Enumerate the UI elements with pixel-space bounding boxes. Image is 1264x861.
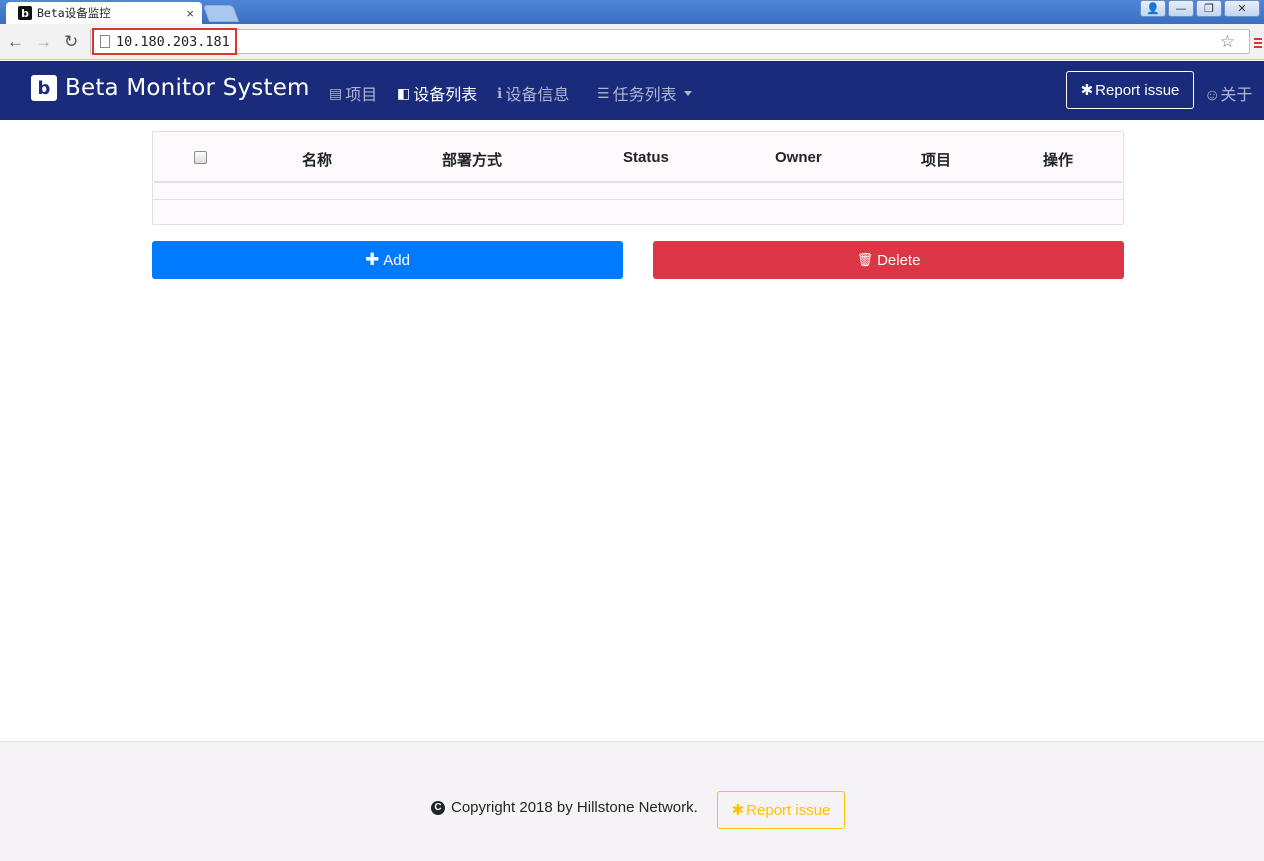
plus-icon: ✚ [365,250,380,269]
column-header-project[interactable]: 项目 [921,149,951,170]
copyright: C Copyright 2018 by Hillstone Network. [431,799,698,816]
footer: C Copyright 2018 by Hillstone Network. ✱… [0,741,1264,861]
tab-title: Beta设备监控 [37,6,111,20]
url-highlight[interactable]: 10.180.203.181 [92,28,237,55]
nav-item-device-list[interactable]: ◧ 设备列表 [397,81,477,105]
favicon-icon: b [18,6,32,20]
footer-report-issue-button[interactable]: ✱ Report issue [717,791,845,829]
app-navbar: b Beta Monitor System ▤ 项目 ◧ 设备列表 ℹ 设备信息… [0,61,1264,120]
nav-item-label: 项目 [345,87,378,104]
close-window-icon[interactable]: ✕ [1224,0,1260,17]
browser-menu-icon[interactable] [1254,38,1262,50]
column-header-status[interactable]: Status [623,149,669,166]
info-circle-icon: ℹ [497,84,503,101]
copyright-text: Copyright 2018 by Hillstone Network. [451,799,698,816]
tab-close-icon[interactable]: × [186,6,194,21]
reload-icon[interactable]: ↻ [64,32,78,52]
column-header-deploy[interactable]: 部署方式 [442,149,502,170]
tasks-icon: ☰ [597,84,610,101]
page-icon [100,35,110,48]
nav-item-device-info[interactable]: ℹ 设备信息 [497,81,569,105]
new-tab-button[interactable] [202,5,240,22]
report-issue-label: Report issue [746,801,831,819]
switch-icon: ◧ [397,84,411,101]
brand-logo-icon: b [31,75,57,101]
brand-name: Beta Monitor System [65,75,310,101]
forward-icon[interactable]: → [35,32,52,52]
device-table: 名称 部署方式 Status Owner 项目 操作 [152,131,1124,225]
nav-item-label: 设备列表 [413,87,478,104]
address-bar[interactable]: 10.180.203.181 ☆ [90,28,1250,55]
brand[interactable]: b Beta Monitor System [31,75,310,101]
copyright-icon: C [431,800,445,815]
table-header: 名称 部署方式 Status Owner 项目 操作 [154,133,1122,183]
column-header-actions[interactable]: 操作 [1043,149,1073,170]
table-row-divider [153,199,1123,200]
user-icon[interactable]: 👤 [1140,0,1166,17]
back-icon[interactable]: ← [7,32,24,52]
nav-item-project[interactable]: ▤ 项目 [329,81,377,105]
minimize-icon[interactable]: — [1168,0,1194,17]
nav-item-about[interactable]: ☺关于 [1204,81,1252,105]
nav-item-label: 设备信息 [505,87,570,104]
add-label: Add [383,251,410,269]
browser-toolbar: ← → ↻ 10.180.203.181 ☆ [0,24,1264,60]
report-issue-button[interactable]: ✱ Report issue [1066,71,1194,109]
select-all-checkbox[interactable] [194,151,207,164]
browser-tab-bar: b Beta设备监控 × 👤 — ❐ ✕ [0,0,1264,24]
trash-icon: 🗑 [856,252,874,267]
about-label: 关于 [1220,87,1253,104]
restore-icon[interactable]: ❐ [1196,0,1222,17]
delete-label: Delete [877,251,921,269]
bug-icon: ✱ [1080,82,1094,99]
chevron-down-icon [683,90,692,96]
add-button[interactable]: ✚ Add [152,241,623,279]
list-alt-icon: ▤ [329,84,343,101]
nav-item-label: 任务列表 [612,87,677,104]
window-controls: 👤 — ❐ ✕ [1140,0,1260,17]
column-header-name[interactable]: 名称 [302,149,332,170]
delete-button[interactable]: 🗑 Delete [653,241,1124,279]
url-text: 10.180.203.181 [116,33,230,50]
bug-icon: ✱ [731,802,745,819]
column-header-owner[interactable]: Owner [775,149,822,166]
nav-item-task-list[interactable]: ☰ 任务列表 [597,81,692,105]
smile-icon: ☺ [1204,87,1221,104]
bookmark-star-icon[interactable]: ☆ [1220,32,1235,52]
browser-tab[interactable]: b Beta设备监控 × [6,2,202,24]
report-issue-label: Report issue [1095,81,1180,99]
